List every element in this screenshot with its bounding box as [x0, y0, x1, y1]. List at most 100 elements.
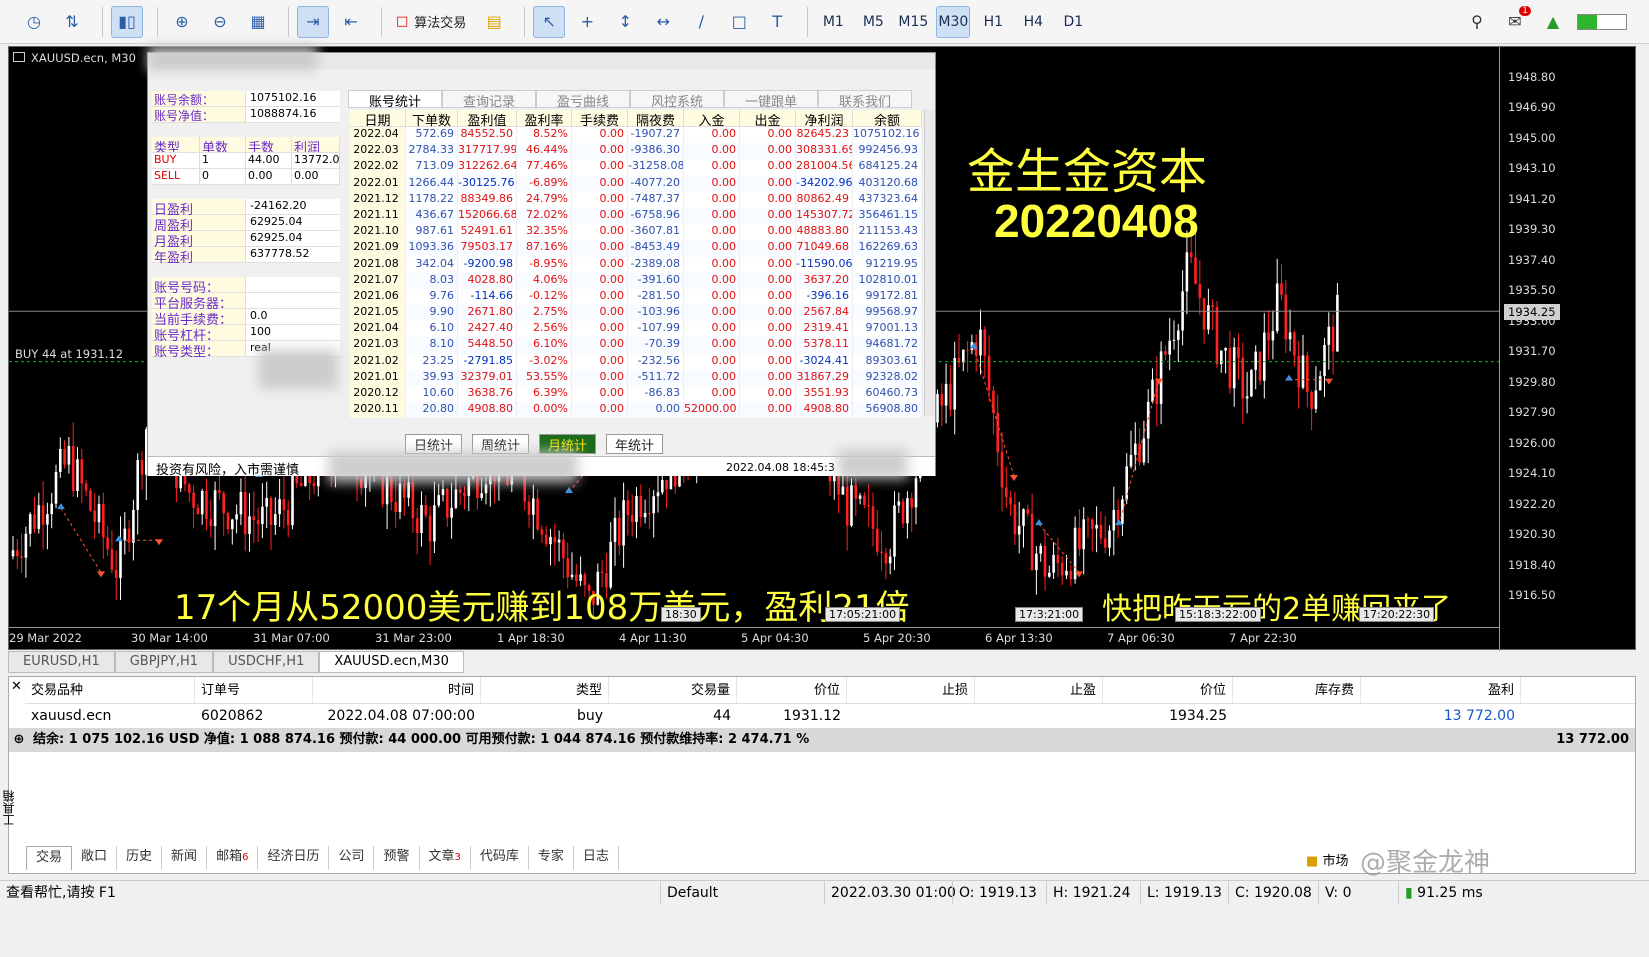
cursor-icon[interactable]: ↖	[533, 5, 566, 38]
chart-tab[interactable]: EURUSD,H1	[8, 651, 115, 673]
trade-arrow-buy[interactable]	[57, 503, 65, 510]
terminal-tab[interactable]: 新闻	[162, 846, 208, 870]
timeframe-h4[interactable]: H4	[1016, 6, 1050, 38]
terminal-tab[interactable]: 交易	[26, 846, 73, 870]
table-row[interactable]: 2022.01 1266.44 -30125.76 -6.89% 0.00 -4077.2…	[350, 175, 922, 192]
horizontal-line-icon[interactable]: ↔	[647, 6, 679, 38]
table-row[interactable]: 2021.04 6.10 2427.40 2.56% 0.00 -107.99 0.00 0.…	[350, 321, 922, 338]
market-button[interactable]: ■ 市场	[1306, 850, 1348, 869]
table-row[interactable]: 2020.11 20.80 4908.80 0.00% 0.00 0.00 52000.00…	[350, 402, 922, 419]
timeframe-m30[interactable]: M30	[936, 5, 971, 38]
timeframe-h1[interactable]: H1	[976, 6, 1010, 38]
table-row[interactable]: 2021.12 1178.22 88349.86 24.79% 0.00 -7487.37…	[350, 191, 922, 208]
terminal-tab[interactable]: 文章3	[420, 846, 471, 870]
column-header[interactable]: 日期	[350, 110, 406, 129]
time-axis[interactable]: 29 Mar 2022 30 Mar 14:00 31 Mar 07:00 31 Ma…	[9, 627, 1499, 651]
trade-arrow-sell[interactable]	[1010, 474, 1018, 481]
column-header[interactable]: 余额	[853, 110, 922, 129]
column-header[interactable]: 止盈	[975, 677, 1103, 703]
timeframe-d1[interactable]: D1	[1056, 6, 1090, 38]
table-row[interactable]: 2021.10 987.61 52491.61 32.35% 0.00 -3607.81 0…	[350, 224, 922, 241]
trade-arrow-buy[interactable]	[1285, 374, 1293, 381]
status-ping[interactable]: ▮ 91.25 ms	[1398, 881, 1548, 904]
search-icon[interactable]: ⚲	[1461, 6, 1493, 38]
folder-icon[interactable]: ▤	[478, 6, 510, 38]
column-header[interactable]: 时间	[313, 677, 481, 703]
table-row[interactable]: 2022.02 713.09 312262.64 77.46% 0.00 -31258.0…	[350, 159, 922, 176]
trade-arrow-buy[interactable]	[565, 487, 573, 494]
terminal-tab[interactable]: 预警	[374, 846, 420, 870]
table-row[interactable]: 2021.09 1093.36 79503.17 87.16% 0.00 -8453.49…	[350, 240, 922, 257]
vertical-line-icon[interactable]: ↕	[609, 6, 641, 38]
terminal-tab[interactable]: 公司	[329, 846, 375, 870]
table-row[interactable]: 2022.04 572.69 84552.50 8.52% 0.00 -1907.27 0.…	[350, 127, 922, 144]
trade-arrow-sell[interactable]	[1325, 378, 1333, 385]
trade-arrow-buy[interactable]	[115, 535, 123, 542]
column-header[interactable]: 价位	[737, 677, 847, 703]
clock-icon[interactable]: ◷	[18, 6, 50, 38]
stats-tab[interactable]: 联系我们	[818, 90, 912, 110]
column-header[interactable]: 盈利值	[458, 110, 517, 129]
terminal-tab[interactable]: 经济日历	[258, 846, 330, 870]
column-header[interactable]: 类型	[481, 677, 609, 703]
trade-arrow-sell[interactable]	[97, 571, 105, 578]
column-header[interactable]: 交易品种	[25, 677, 195, 703]
zoom-in-icon[interactable]: ⊕	[166, 6, 198, 38]
terminal-tab[interactable]: 敞口	[72, 846, 118, 870]
column-header[interactable]: 盈利率	[517, 110, 572, 129]
toolbox-side-label[interactable]: 工具箱	[0, 790, 16, 826]
table-row[interactable]: 2021.08 342.04 -9200.98 -8.95% 0.00 -2389.08 0…	[350, 256, 922, 273]
crosshair-icon[interactable]: +	[571, 6, 603, 38]
table-scrollbar[interactable]	[924, 110, 934, 416]
one-click-trade-icon[interactable]: ⇅	[56, 6, 88, 38]
trendline-icon[interactable]: ∕	[685, 6, 717, 38]
price-axis[interactable]: 1948.80 1946.90 1945.00 1943.10 1941.20 1939.…	[1499, 47, 1637, 651]
column-header[interactable]: 库存费	[1233, 677, 1361, 703]
terminal-tab[interactable]: 历史	[117, 846, 163, 870]
chart-tab[interactable]: GBPJPY,H1	[114, 651, 214, 673]
zoom-out-icon[interactable]: ⊖	[204, 6, 236, 38]
table-row[interactable]: 2021.05 9.90 2671.80 2.75% 0.00 -103.96 0.00 0.…	[350, 305, 922, 322]
timeframe-m15[interactable]: M15	[896, 6, 930, 38]
column-header[interactable]: 手续费	[572, 110, 628, 129]
status-profile[interactable]: Default	[660, 881, 824, 904]
table-row[interactable]: 2020.12 10.60 3638.76 6.39% 0.00 -86.83 0.00 0.…	[350, 386, 922, 403]
table-row[interactable]: xauusd.ecn 6020862 2022.04.08 07:00:00 buy 4…	[25, 704, 1635, 728]
notifications-icon[interactable]: ✉ 1	[1499, 5, 1531, 38]
table-row[interactable]: 2021.01 39.93 32379.01 53.55% 0.00 -511.72 0.0…	[350, 369, 922, 386]
chart-tab[interactable]: XAUUSD.ecn,M30	[319, 651, 464, 673]
candlestick-icon[interactable]: ▮▯	[111, 5, 143, 38]
table-row[interactable]: 2021.02 23.25 -2791.85 -3.02% 0.00 -232.56 0.0…	[350, 353, 922, 370]
column-header[interactable]: 订单号	[195, 677, 313, 703]
column-header[interactable]: 止损	[847, 677, 975, 703]
chart-shift-icon[interactable]: ⇤	[335, 6, 367, 38]
timeframe-m5[interactable]: M5	[856, 6, 890, 38]
column-header[interactable]: 出金	[740, 110, 796, 129]
stats-tab[interactable]: 账号统计	[348, 90, 442, 110]
column-header[interactable]: 净利润	[796, 110, 853, 129]
period-button[interactable]: 年统计	[606, 434, 664, 454]
table-row[interactable]: 2021.11 436.67 152066.68 72.02% 0.00 -6758.96…	[350, 207, 922, 225]
column-header[interactable]: 交易量	[609, 677, 737, 703]
trade-arrow-buy[interactable]	[1035, 519, 1043, 526]
column-header[interactable]: 入金	[684, 110, 740, 129]
rectangle-icon[interactable]: □	[723, 6, 755, 38]
stats-tab[interactable]: 风控系统	[630, 90, 724, 110]
terminal-tab[interactable]: 日志	[574, 846, 619, 870]
column-header[interactable]: 盈利	[1361, 677, 1521, 703]
text-icon[interactable]: T	[761, 6, 793, 38]
timeframe-m1[interactable]: M1	[816, 6, 850, 38]
stats-tab[interactable]: 盈亏曲线	[536, 90, 630, 110]
algo-trading-button[interactable]: □ 算法交易	[390, 6, 472, 38]
column-header[interactable]: 价位	[1103, 677, 1233, 703]
column-header[interactable]: 隔夜费	[628, 110, 684, 129]
terminal-tab[interactable]: 代码库	[471, 846, 529, 870]
terminal-tab[interactable]: 专家	[529, 846, 574, 870]
table-row[interactable]: 2022.03 2784.33 317717.99 46.44% 0.00 -9386.3…	[350, 143, 922, 160]
grid-icon[interactable]: ▦	[242, 6, 274, 38]
table-row[interactable]: 2021.07 8.03 4028.80 4.06% 0.00 -391.60 0.00 0.…	[350, 272, 922, 289]
close-icon[interactable]: ✕	[11, 679, 22, 694]
column-header[interactable]: 下单数	[406, 110, 458, 129]
terminal-tab[interactable]: 邮箱6	[207, 846, 259, 870]
trade-arrow-sell[interactable]	[155, 539, 163, 546]
